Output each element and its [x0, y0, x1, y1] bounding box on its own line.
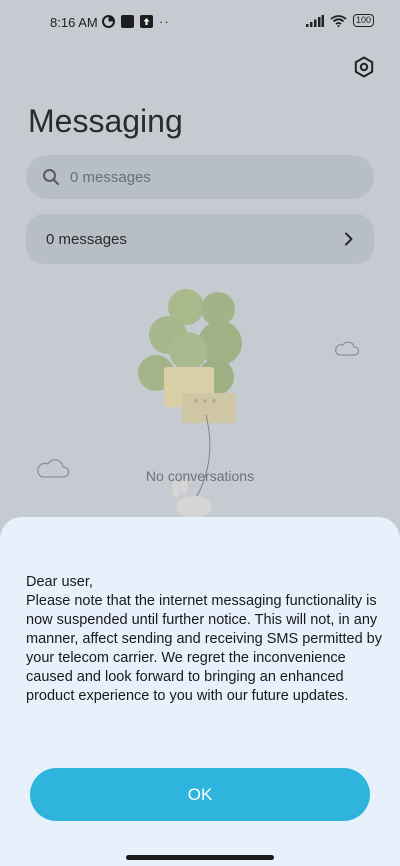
messages-row-label: 0 messages — [46, 230, 127, 248]
battery-icon: 100 — [352, 14, 374, 27]
data-saver-icon — [102, 15, 115, 28]
signal-icon — [305, 14, 324, 27]
wifi-icon — [330, 14, 347, 27]
page-title: Messaging — [28, 103, 183, 139]
notification-icons: ·· — [102, 14, 170, 29]
settings-icon[interactable] — [352, 55, 376, 79]
status-time: 8:16 AM — [50, 15, 98, 30]
search-input[interactable] — [68, 167, 332, 187]
chevron-right-icon — [345, 232, 353, 246]
app-notification-icon — [121, 15, 134, 28]
upload-icon — [140, 15, 153, 28]
home-indicator[interactable] — [126, 855, 274, 860]
empty-state-text: No conversations — [145, 468, 255, 484]
more-notifications-icon: ·· — [159, 14, 170, 29]
notice-message: Dear user, Please note that the internet… — [26, 574, 382, 704]
search-icon — [43, 169, 59, 185]
balloons-illustration — [138, 289, 242, 522]
system-status-icons: 100 — [305, 14, 374, 27]
search-bar[interactable] — [26, 155, 374, 199]
messages-row[interactable]: 0 messages — [26, 214, 374, 264]
ok-button[interactable]: OK — [30, 768, 370, 821]
notice-dialog: Dear user, Please note that the internet… — [0, 517, 400, 866]
cloud-icon — [335, 341, 360, 356]
status-bar: 8:16 AM ·· 100 — [0, 0, 400, 44]
